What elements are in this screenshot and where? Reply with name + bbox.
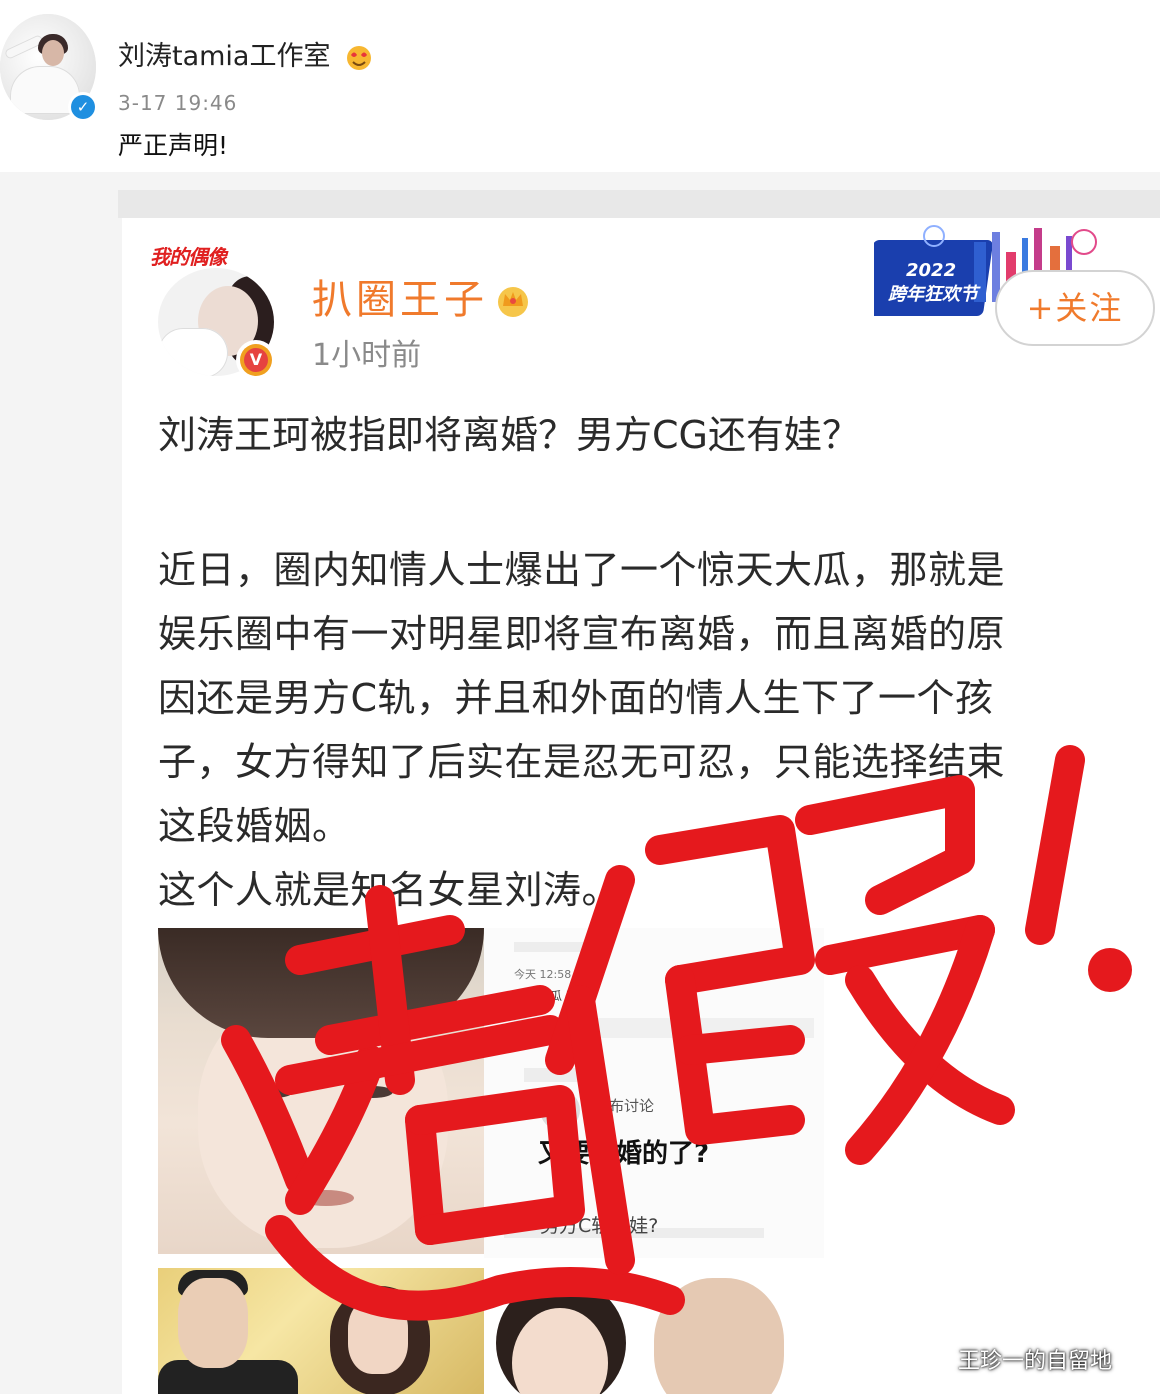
screenshot-line: 听的道瓜 真了 xyxy=(514,989,590,1003)
screenshot-timestamp: 今天 12:58 xyxy=(514,968,572,981)
verified-red-badge-icon: V xyxy=(236,340,276,380)
body-line: 这个人就是知名女星刘涛。 xyxy=(158,868,621,912)
heart-eyes-emoji-icon xyxy=(347,46,371,70)
body-line: 因还是男方C轨，并且和外面的情人生下了一个孩 xyxy=(158,676,994,720)
screenshot-title: 又要离婚的了? xyxy=(538,1139,710,1169)
body-line: 子，女方得知了后实在是忍无可忍，只能选择结束 xyxy=(158,740,1006,784)
screenshot-discuss-label: 发布讨论 xyxy=(594,1097,655,1115)
repost-author-name[interactable]: 扒圈王子 xyxy=(312,276,488,324)
banner-title-text: 跨年狂欢节 xyxy=(888,284,981,305)
repost-body: 近日，圈内知情人士爆出了一个惊天大瓜，那就是 娱乐圈中有一对明星即将宣布离婚，而… xyxy=(158,538,1158,922)
post-text: 严正声明! xyxy=(118,131,229,160)
repost-timestamp: 1小时前 xyxy=(312,338,422,373)
screenshot-avatar xyxy=(540,1090,580,1130)
crown-icon xyxy=(498,287,528,317)
body-line: 娱乐圈中有一对明星即将宣布离婚，而且离婚的原 xyxy=(158,612,1006,656)
verified-badge-icon: ✓ xyxy=(68,92,98,122)
body-line: 近日，圈内知情人士爆出了一个惊天大瓜，那就是 xyxy=(158,548,1006,592)
screenshot-subtitle: 男方C轨有娃? xyxy=(540,1215,659,1237)
studio-post-header: ✓ 刘涛tamia工作室 3-17 19:46 严正声明! xyxy=(0,0,1160,172)
post-timestamp: 3-17 19:46 xyxy=(118,91,238,115)
avatar-caption: 我的偶像 xyxy=(150,245,227,269)
body-line: 这段婚姻。 xyxy=(158,804,351,848)
repost-headline: 刘涛王珂被指即将离婚？男方CG还有娃？ xyxy=(158,413,860,457)
banner-year-text: 2022 xyxy=(906,260,956,281)
couple-photo-right[interactable] xyxy=(484,1268,824,1394)
watermark-text: 王珍一的自留地 xyxy=(958,1349,1113,1374)
follow-button[interactable]: +关注 xyxy=(995,270,1155,346)
card-top-border xyxy=(118,190,1160,218)
studio-author-name[interactable]: 刘涛tamia工作室 xyxy=(118,40,330,74)
couple-photo-left[interactable] xyxy=(158,1268,484,1394)
screenshot-action-bar xyxy=(514,1018,814,1038)
actress-face-photo[interactable] xyxy=(158,928,484,1254)
